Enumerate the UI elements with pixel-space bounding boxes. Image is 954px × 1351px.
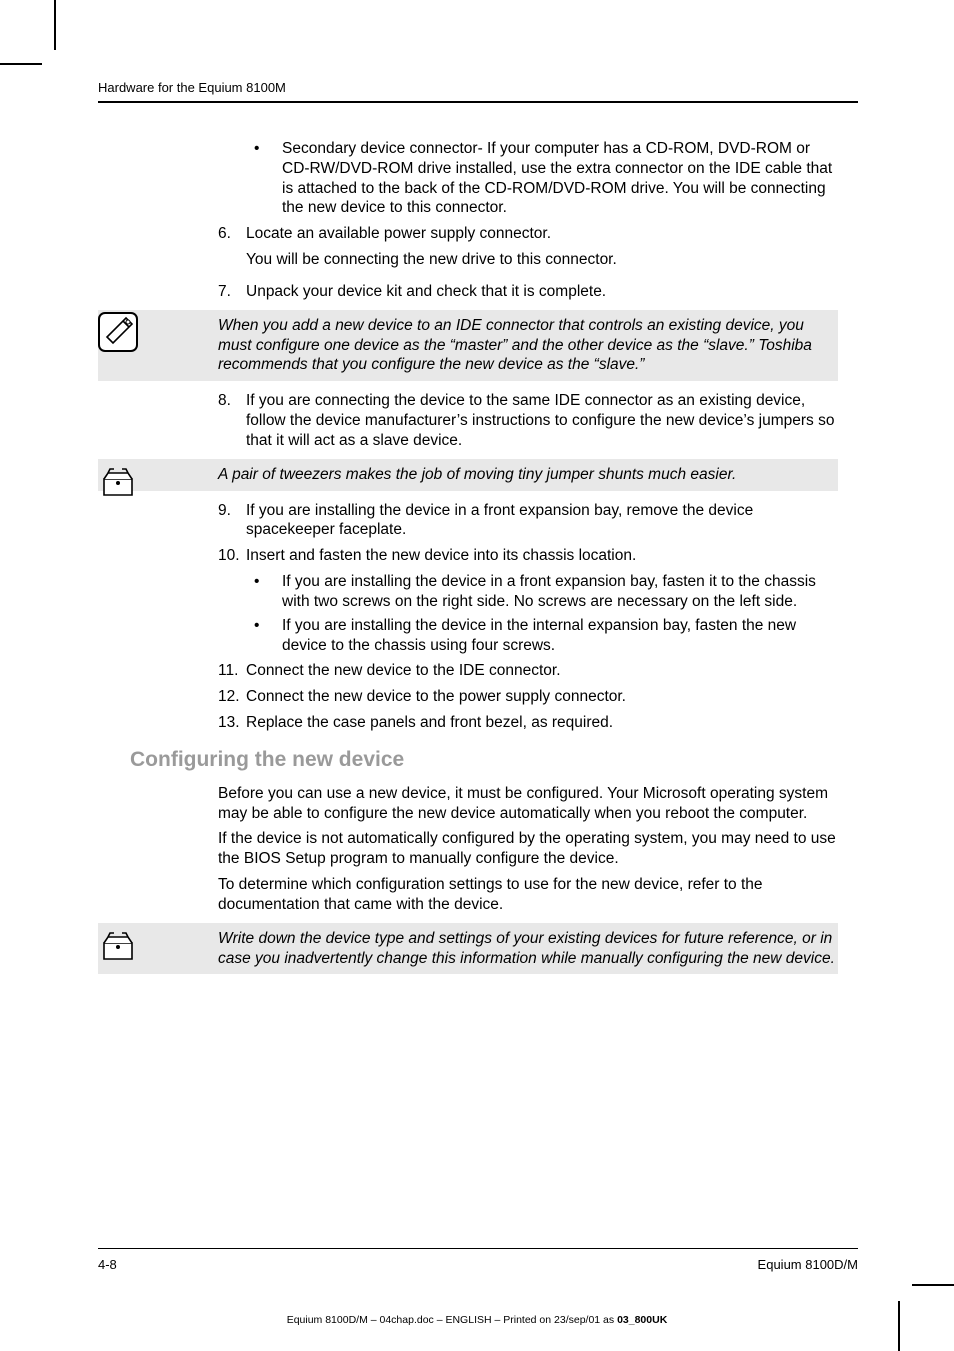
step-number: 12. bbox=[218, 687, 246, 707]
step-number: 8. bbox=[218, 391, 246, 450]
toolbox-icon bbox=[98, 461, 138, 501]
running-head: Hardware for the Equium 8100M bbox=[98, 80, 858, 103]
print-line: Equium 8100D/M – 04chap.doc – ENGLISH – … bbox=[0, 1314, 954, 1326]
crop-mark bbox=[912, 1284, 954, 1286]
section-heading: Configuring the new device bbox=[130, 747, 838, 774]
note-text: Write down the device type and settings … bbox=[218, 929, 838, 969]
paragraph: To determine which configuration setting… bbox=[218, 875, 838, 915]
step-text: Locate an available power supply connect… bbox=[246, 224, 838, 244]
step-number: 13. bbox=[218, 713, 246, 733]
step-text: Unpack your device kit and check that it… bbox=[246, 282, 838, 302]
paragraph: If the device is not automatically confi… bbox=[218, 829, 838, 869]
crop-mark bbox=[0, 63, 42, 65]
step-text: If you are installing the device in a fr… bbox=[246, 501, 838, 541]
footer-model: Equium 8100D/M bbox=[758, 1257, 858, 1272]
step-text: Replace the case panels and front bezel,… bbox=[246, 713, 838, 733]
crop-mark bbox=[898, 1301, 900, 1351]
bullet-text: Secondary device connector- If your comp… bbox=[282, 139, 838, 218]
bullet-dot: • bbox=[254, 572, 282, 612]
bullet-dot: • bbox=[254, 616, 282, 656]
crop-mark bbox=[54, 0, 56, 50]
wrench-icon bbox=[98, 312, 138, 352]
step-number: 11. bbox=[218, 661, 246, 681]
step-text: Connect the new device to the IDE connec… bbox=[246, 661, 838, 681]
step-number: 7. bbox=[218, 282, 246, 302]
step-subtext: You will be connecting the new drive to … bbox=[246, 250, 838, 270]
bullet-text: If you are installing the device in the … bbox=[282, 616, 838, 656]
note-text: A pair of tweezers makes the job of movi… bbox=[218, 465, 838, 485]
page-number: 4-8 bbox=[98, 1257, 117, 1272]
toolbox-icon bbox=[98, 925, 138, 965]
step-number: 6. bbox=[218, 224, 246, 276]
step-text: Insert and fasten the new device into it… bbox=[246, 546, 838, 566]
bullet-dot: • bbox=[254, 139, 282, 218]
step-text: If you are connecting the device to the … bbox=[246, 391, 838, 450]
step-number: 9. bbox=[218, 501, 246, 541]
bullet-text: If you are installing the device in a fr… bbox=[282, 572, 838, 612]
step-text: Connect the new device to the power supp… bbox=[246, 687, 838, 707]
step-number: 10. bbox=[218, 546, 246, 566]
paragraph: Before you can use a new device, it must… bbox=[218, 784, 838, 824]
note-text: When you add a new device to an IDE conn… bbox=[218, 316, 838, 375]
